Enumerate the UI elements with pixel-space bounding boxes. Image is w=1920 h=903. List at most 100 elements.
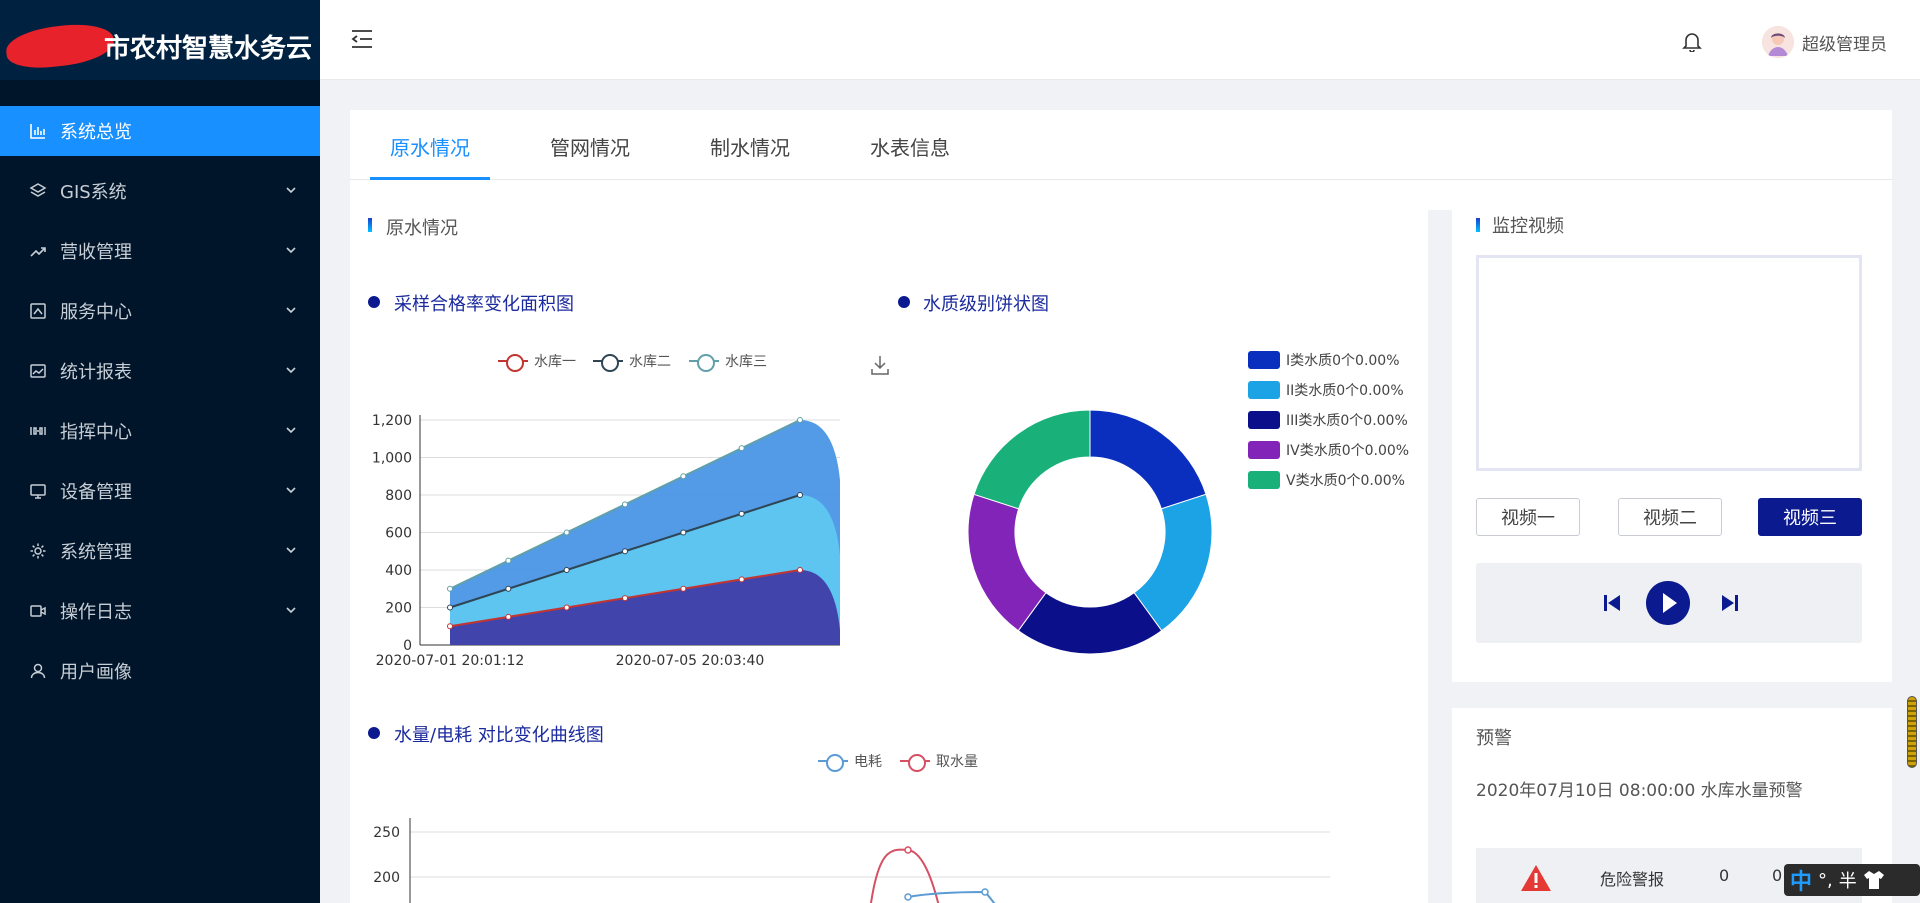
video-two-button[interactable]: 视频二 [1618, 498, 1722, 536]
legend-label: 水库二 [629, 354, 671, 370]
data-point [447, 585, 453, 592]
legend-swatch [1248, 411, 1280, 429]
legend-swatch [1248, 351, 1280, 369]
legend-swatch [1248, 441, 1280, 459]
legend-label: IV类水质0个0.00% [1286, 443, 1410, 459]
pie-legend-item[interactable]: I类水质0个0.00% [1248, 350, 1400, 370]
x-tick-label: 2020-07-05 20:03:40 [616, 653, 765, 669]
pie-legend-item[interactable]: III类水质0个0.00% [1248, 410, 1408, 430]
chevron-down-icon [286, 247, 296, 254]
play-icon[interactable] [1646, 581, 1690, 625]
avatar[interactable] [1762, 26, 1794, 58]
data-point [738, 576, 745, 583]
pie-legend-item[interactable]: IV类水质0个0.00% [1248, 440, 1409, 460]
warning-message[interactable]: 2020年07月10日 08:00:00 水库水量预警 [1476, 776, 1803, 801]
sidebar-item-service[interactable]: 服务中心 [0, 286, 320, 336]
data-point [505, 557, 512, 564]
legend-label: II类水质0个0.00% [1286, 383, 1404, 399]
chevron-down-icon [286, 367, 296, 374]
legend-power[interactable]: 电耗 [818, 751, 882, 772]
alert-count-secondary: 0 [1772, 866, 1783, 885]
data-point [563, 529, 570, 536]
bell-icon[interactable] [1682, 30, 1702, 52]
y-tick-label: 600 [385, 526, 412, 542]
legend-marker [818, 754, 848, 772]
data-point [797, 417, 803, 423]
data-point [447, 604, 453, 611]
download-icon[interactable] [870, 354, 890, 376]
alert-count: 0 [1719, 866, 1730, 885]
menu-fold-icon[interactable] [350, 28, 374, 50]
trend-icon [28, 241, 48, 261]
tab-raw-water[interactable]: 原水情况 [390, 132, 470, 161]
y-tick-label: 200 [385, 601, 412, 617]
legend-marker [900, 754, 930, 772]
previous-icon[interactable] [1602, 593, 1622, 613]
sidebar-item-user-profile[interactable]: 用户画像 [0, 646, 320, 696]
chart-title-dot [898, 296, 910, 308]
sidebar-item-label: 设备管理 [60, 482, 132, 503]
sidebar-item-label: 系统管理 [60, 542, 132, 563]
y-tick-label: 1,000 [372, 451, 412, 467]
tab-pipe-network[interactable]: 管网情况 [550, 132, 630, 161]
data-point [981, 888, 989, 896]
data-point [622, 548, 628, 555]
sidebar-item-label: 服务中心 [60, 302, 132, 323]
data-point [505, 613, 512, 620]
video-player[interactable] [1476, 255, 1862, 471]
video-three-button[interactable]: 视频三 [1758, 498, 1862, 536]
sidebar-item-overview[interactable]: 系统总览 [0, 106, 320, 156]
sidebar-item-system[interactable]: 系统管理 [0, 526, 320, 576]
shirt-icon [1863, 871, 1884, 889]
user-name[interactable]: 超级管理员 [1802, 30, 1887, 55]
panel-gap [1452, 682, 1892, 708]
area-chart: 0 200 400 600 800 1,000 1,200 2020-07-01 20:01:… [372, 413, 840, 669]
legend-label: I类水质0个0.00% [1286, 353, 1400, 369]
video-one-button[interactable]: 视频一 [1476, 498, 1580, 536]
legend-label: 水库一 [534, 354, 576, 370]
legend-label: V类水质0个0.00% [1286, 473, 1405, 489]
data-point [622, 501, 628, 508]
tab-water-production[interactable]: 制水情况 [710, 132, 790, 161]
y-tick-label: 800 [385, 488, 412, 504]
pie-legend-item[interactable]: V类水质0个0.00% [1248, 470, 1405, 490]
chevron-down-icon [286, 427, 296, 434]
sidebar-item-label: 操作日志 [60, 602, 132, 623]
column-divider [1428, 210, 1452, 903]
scroll-handle[interactable] [1907, 696, 1917, 768]
legend-reservoir-2[interactable]: 水库二 [593, 351, 671, 372]
main-panel: 原水情况 管网情况 制水情况 水表信息 原水情况 采样合格率变化面积图 水库一 … [350, 110, 1892, 903]
legend-marker [689, 354, 719, 372]
data-point [738, 445, 745, 452]
data-point [622, 595, 628, 602]
legend-reservoir-3[interactable]: 水库三 [689, 351, 767, 372]
next-icon[interactable] [1720, 593, 1740, 613]
sidebar-item-gis[interactable]: GIS系统 [0, 166, 320, 216]
y-tick-label: 400 [385, 563, 412, 579]
chevron-down-icon [286, 607, 296, 614]
pie-legend-item[interactable]: II类水质0个0.00% [1248, 380, 1404, 400]
gear-icon [28, 541, 48, 561]
sidebar-item-logs[interactable]: 操作日志 [0, 586, 320, 636]
data-point [797, 567, 803, 573]
tab-meter-info[interactable]: 水表信息 [870, 132, 950, 161]
legend-water-intake[interactable]: 取水量 [900, 751, 978, 772]
data-point [563, 567, 570, 573]
command-icon [28, 421, 48, 441]
sidebar-item-reports[interactable]: 统计报表 [0, 346, 320, 396]
sidebar-item-devices[interactable]: 设备管理 [0, 466, 320, 516]
y-tick-label: 1,200 [372, 413, 412, 429]
legend-reservoir-1[interactable]: 水库一 [498, 351, 576, 372]
sidebar-item-command[interactable]: 指挥中心 [0, 406, 320, 456]
logo-text: 市农村智慧水务云 [104, 34, 313, 64]
sidebar-menu: 系统总览 GIS系统 营收管理 服务中心 统计报表 指挥中心 设备管理 系统管理… [0, 106, 320, 706]
sidebar-item-label: 营收管理 [60, 242, 132, 263]
y-tick-label: 200 [373, 870, 400, 886]
pie-chart [967, 409, 1213, 655]
logo: 市农村智慧水务云 [0, 0, 320, 80]
ime-status-bar[interactable]: 中 °, 半 [1784, 864, 1920, 896]
alert-label: 危险警报 [1600, 870, 1665, 889]
sidebar-item-label: 统计报表 [60, 362, 132, 383]
sidebar-item-revenue[interactable]: 营收管理 [0, 226, 320, 276]
legend-label: 电耗 [854, 754, 882, 770]
